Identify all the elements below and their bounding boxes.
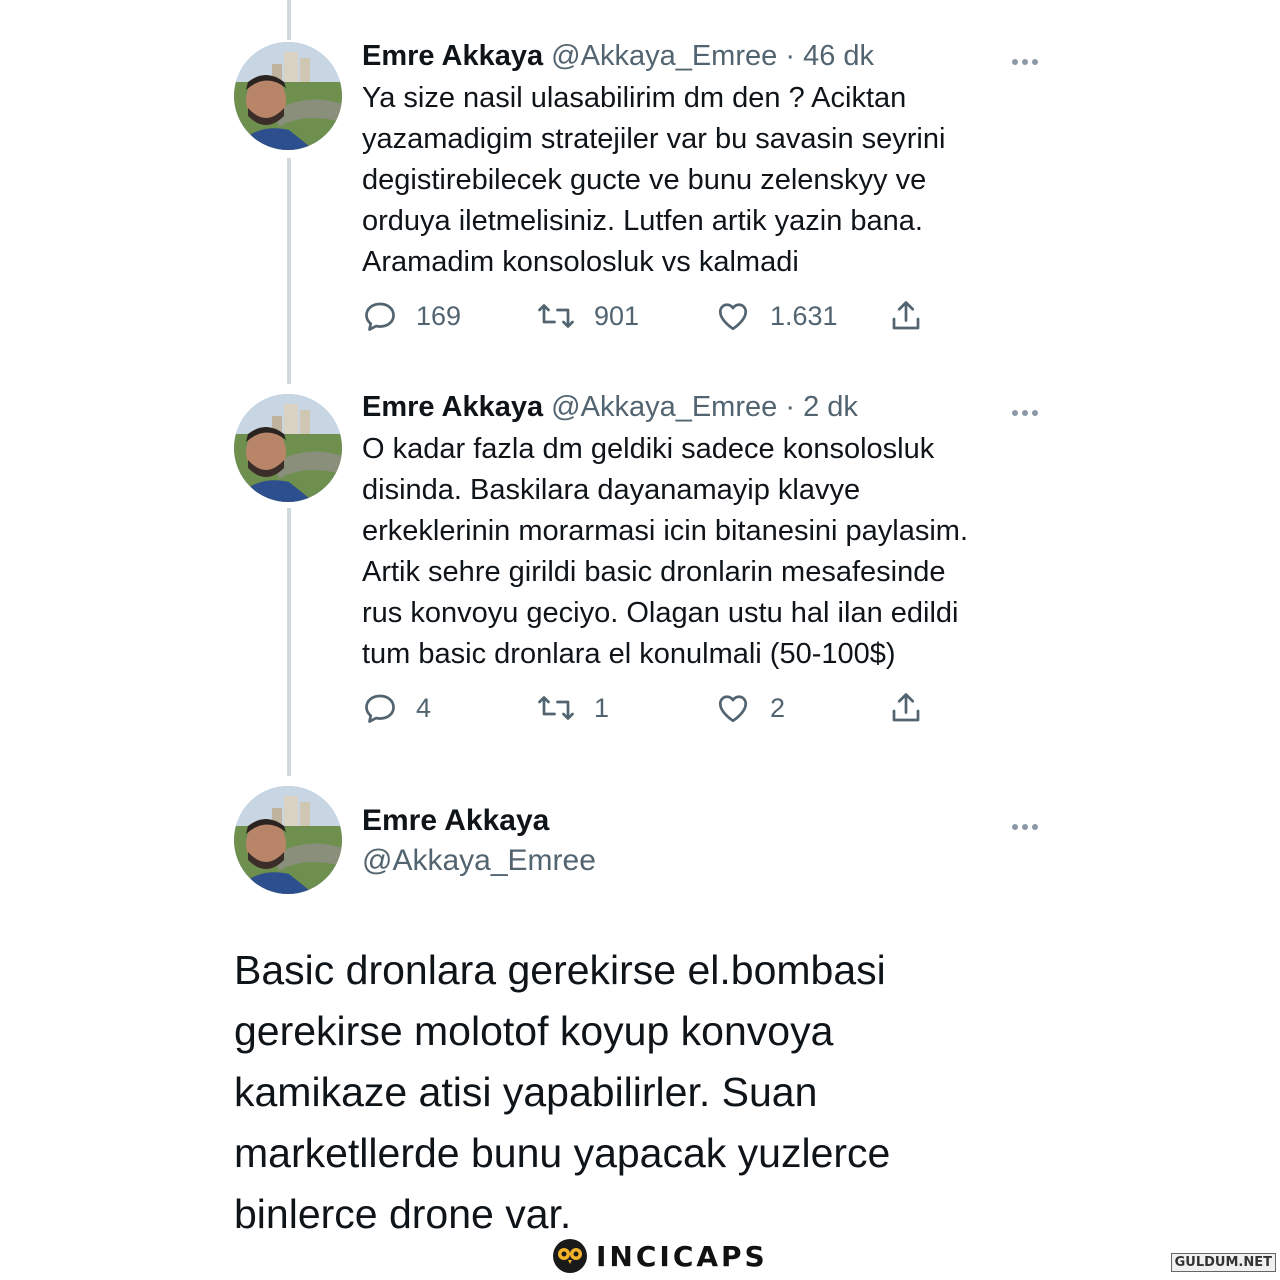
display-name[interactable]: Emre Akkaya [362, 40, 543, 72]
incicaps-logo: INCICAPS [552, 1236, 768, 1276]
text-line: gerekirse molotof koyup konvoya [234, 1008, 834, 1054]
timestamp[interactable]: 2 dk [803, 391, 858, 423]
share-icon [892, 693, 920, 722]
reply-icon [365, 302, 395, 331]
main-tweet-text: Basic dronlara gerekirse el.bombasi gere… [234, 940, 1034, 1245]
retweet-icon [538, 304, 574, 328]
text-line: marketllerde bunu yapacak yuzlerce [234, 1130, 891, 1176]
more-icon[interactable] [1012, 817, 1042, 833]
share-icon [892, 301, 920, 330]
retweet-button[interactable]: 1 [536, 690, 609, 726]
avatar[interactable] [234, 394, 342, 502]
text-line: degistirebilecek gucte ve bunu zelenskyy… [362, 164, 927, 196]
text-line: disinda. Baskilara dayanamayip klavye [362, 474, 861, 506]
reply-count: 4 [416, 692, 432, 723]
text-line: rus konvoyu geciyo. Olagan ustu hal ilan… [362, 597, 959, 629]
text-line: Artik sehre girildi basic dronlarin mesa… [362, 556, 946, 588]
watermark: GULDUM.NET [1170, 1253, 1276, 1272]
owl-icon [553, 1239, 587, 1273]
avatar[interactable] [234, 786, 342, 894]
retweet-count: 901 [594, 300, 640, 331]
heart-icon [718, 695, 748, 723]
retweet-button[interactable]: 901 [536, 298, 639, 334]
text-line: tum basic dronlara el konulmali (50-100$… [362, 638, 896, 670]
share-button[interactable] [888, 690, 924, 726]
text-line: Basic dronlara gerekirse el.bombasi [234, 947, 886, 993]
tweet-1[interactable]: Emre Akkaya @Akkaya_Emree · 46 dk Ya siz… [362, 38, 1048, 283]
text-line: kamikaze atisi yapabilirler. Suan [234, 1069, 818, 1115]
like-button[interactable]: 2 [714, 690, 785, 726]
more-icon[interactable] [1012, 52, 1042, 68]
retweet-count: 1 [594, 692, 610, 723]
action-bar: 169 901 1.631 [362, 298, 932, 338]
display-name[interactable]: Emre Akkaya [362, 391, 543, 423]
separator: · [785, 40, 795, 72]
tweet-2[interactable]: Emre Akkaya @Akkaya_Emree · 2 dk O kadar… [362, 389, 1048, 675]
tweet-header: Emre Akkaya @Akkaya_Emree · 46 dk [362, 38, 1048, 74]
tweet-header: Emre Akkaya @Akkaya_Emree · 2 dk [362, 389, 1048, 425]
reply-button[interactable]: 169 [362, 298, 461, 334]
user-handle[interactable]: @Akkaya_Emree [551, 391, 777, 423]
retweet-icon [538, 696, 574, 720]
action-bar: 4 1 2 [362, 690, 932, 730]
text-line: Aramadim konsolosluk vs kalmadi [362, 246, 799, 278]
text-line: orduya iletmelisiniz. Lutfen artik yazin… [362, 205, 923, 237]
tweet-text: Ya size nasil ulasabilirim dm den ? Acik… [362, 78, 1048, 283]
thread-line-top [287, 0, 291, 40]
user-handle[interactable]: @Akkaya_Emree [362, 842, 596, 880]
thread-line-2 [287, 508, 291, 776]
like-button[interactable]: 1.631 [714, 298, 838, 334]
text-line: erkeklerinin morarmasi icin bitanesini p… [362, 515, 968, 547]
heart-icon [718, 303, 748, 331]
thread-line-1 [287, 158, 291, 384]
reply-count: 169 [416, 300, 462, 331]
display-name[interactable]: Emre Akkaya [362, 802, 549, 840]
avatar[interactable] [234, 42, 342, 150]
like-count: 1.631 [770, 300, 838, 331]
logo-text: INCICAPS [596, 1239, 768, 1273]
user-handle[interactable]: @Akkaya_Emree [551, 40, 777, 72]
share-button[interactable] [888, 298, 924, 334]
like-count: 2 [770, 692, 786, 723]
separator: · [785, 391, 795, 423]
text-line: O kadar fazla dm geldiki sadece konsolos… [362, 433, 935, 465]
timestamp[interactable]: 46 dk [803, 40, 874, 72]
reply-button[interactable]: 4 [362, 690, 431, 726]
text-line: Ya size nasil ulasabilirim dm den ? Acik… [362, 82, 907, 114]
tweet-text: O kadar fazla dm geldiki sadece konsolos… [362, 429, 1048, 675]
more-icon[interactable] [1012, 403, 1042, 419]
reply-icon [365, 694, 395, 723]
text-line: yazamadigim stratejiler var bu savasin s… [362, 123, 946, 155]
